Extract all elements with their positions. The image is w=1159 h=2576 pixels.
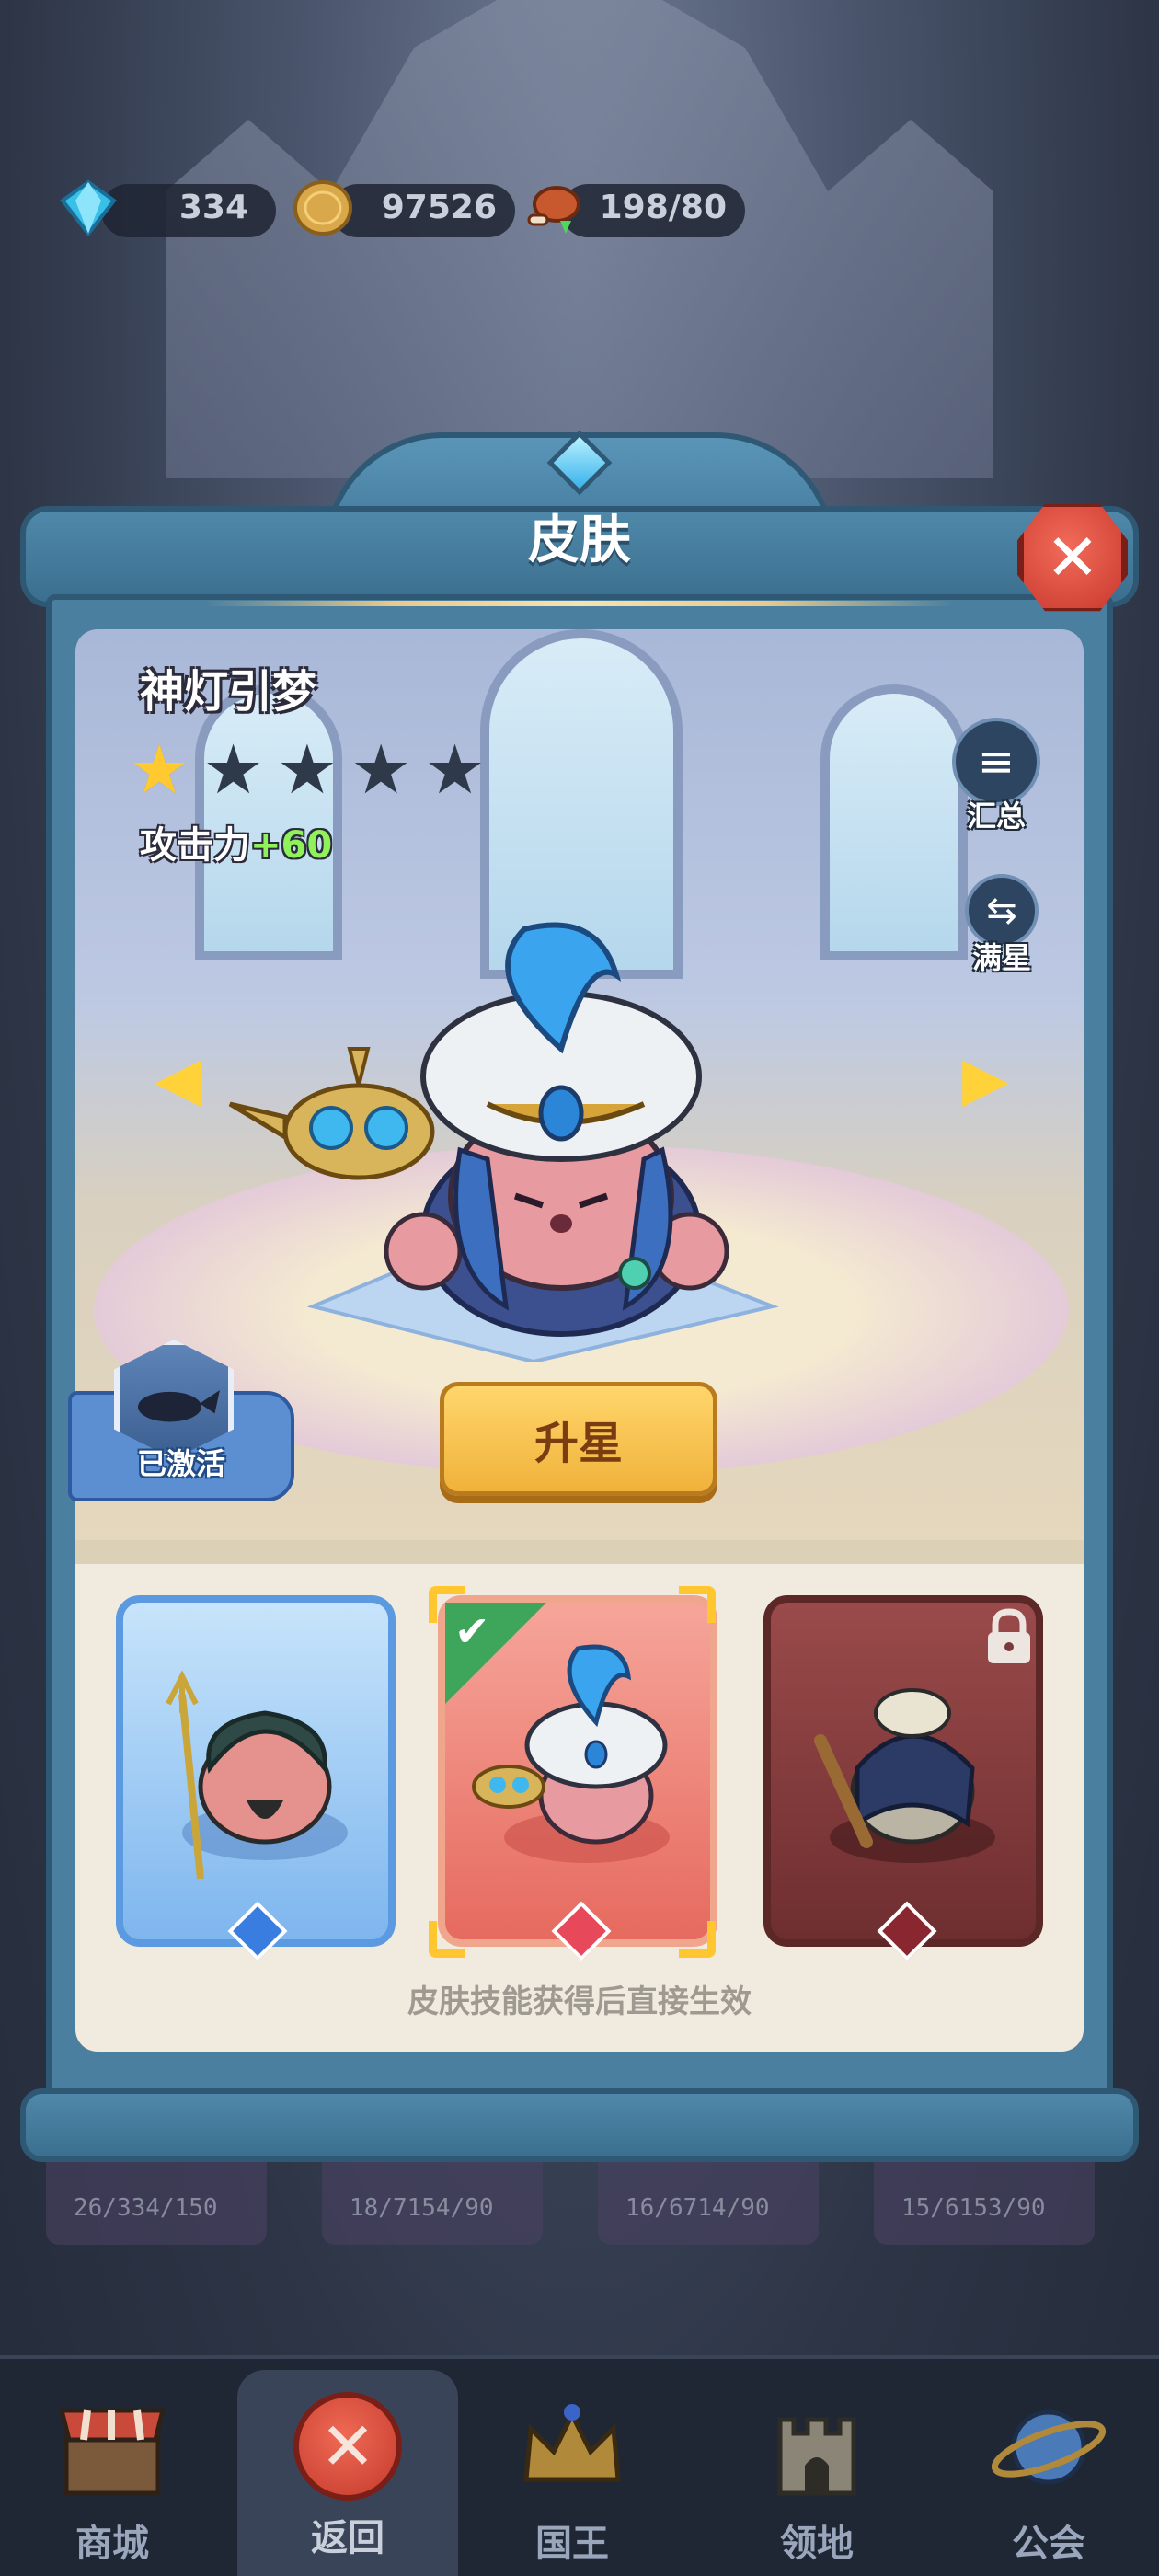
nav-territory[interactable]: 领地 <box>706 2392 927 2567</box>
summary-button[interactable]: ≡ 汇总 <box>946 718 1047 835</box>
popup-title: 皮肤 <box>528 511 631 570</box>
skin-skill-note: 皮肤技能获得后直接生效 <box>407 1984 752 2020</box>
nav-king-label: 国王 <box>535 2523 609 2565</box>
star-filled-icon: ★ <box>129 730 190 810</box>
stamina-value: 198/80 <box>599 189 727 226</box>
nav-back[interactable]: ✕ 返回 <box>237 2392 458 2561</box>
selection-corner <box>429 1586 465 1623</box>
lamp-hero-illustration <box>228 922 779 1362</box>
attack-bonus: 攻击力+60 <box>140 815 332 868</box>
nav-shop-label: 商城 <box>75 2523 149 2565</box>
max-star-button[interactable]: ⇆ 满星 <box>951 874 1052 977</box>
gold-coin-icon <box>293 180 352 236</box>
trident-hero-portrait <box>166 1670 348 1880</box>
header-ornament <box>204 601 955 606</box>
attack-bonus-value: +60 <box>250 824 333 867</box>
popup-footer-rail <box>20 2088 1139 2162</box>
stage-edge <box>75 1540 1084 1564</box>
selection-corner <box>679 1586 716 1623</box>
selection-corner <box>429 1921 465 1958</box>
lamp-hero-portrait <box>472 1644 670 1863</box>
diamond-value: 334 <box>178 189 248 226</box>
nav-territory-label: 领地 <box>780 2523 854 2565</box>
gold-value: 97526 <box>381 189 497 226</box>
next-skin-arrow[interactable]: ▶ <box>962 1049 1009 1110</box>
crown-icon <box>523 2404 621 2482</box>
meat-icon <box>527 186 580 234</box>
nav-guild[interactable]: 公会 <box>938 2392 1159 2567</box>
star-rating: ★ ★ ★ ★ ★ <box>129 736 486 804</box>
lock-icon <box>988 1608 1030 1663</box>
shop-icon <box>58 2408 166 2496</box>
star-empty-icon: ★ <box>276 730 339 810</box>
max-star-label: 满星 <box>971 940 1031 975</box>
selection-corner <box>679 1921 716 1958</box>
activated-label: 已激活 <box>136 1446 225 1481</box>
star-empty-icon: ★ <box>350 730 412 810</box>
nav-shop[interactable]: 商城 <box>2 2392 223 2567</box>
castle-icon <box>777 2417 856 2496</box>
planet-icon <box>991 2409 1107 2485</box>
summary-label: 汇总 <box>966 799 1026 834</box>
star-empty-icon: ★ <box>424 730 486 810</box>
close-icon: ✕ <box>1045 520 1100 595</box>
nav-king[interactable]: 国王 <box>462 2392 683 2567</box>
previous-skin-arrow[interactable]: ◀ <box>155 1049 201 1110</box>
nav-guild-label: 公会 <box>1012 2523 1085 2565</box>
star-empty-icon: ★ <box>202 730 264 810</box>
upgrade-star-button[interactable]: 升星 <box>440 1382 717 1496</box>
skin-name: 神灯引梦 <box>140 666 317 718</box>
attack-label: 攻击力 <box>140 824 250 867</box>
diamond-icon <box>60 179 117 237</box>
nav-back-label: 返回 <box>311 2517 384 2559</box>
close-icon: ✕ <box>293 2392 402 2501</box>
trident-hero-card[interactable] <box>116 1595 396 1947</box>
chef-hero-portrait <box>814 1688 995 1863</box>
